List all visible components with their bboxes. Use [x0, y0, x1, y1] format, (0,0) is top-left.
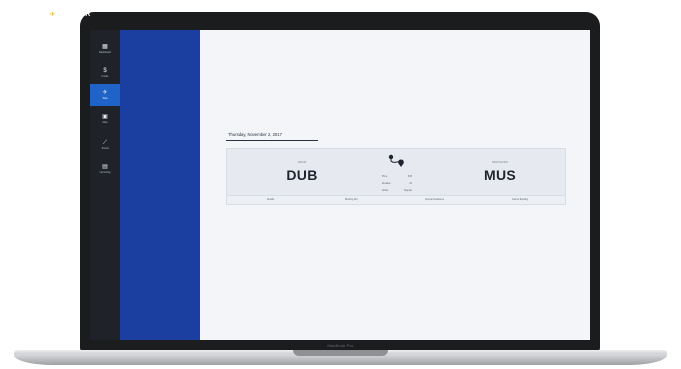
- destination-block: DESTINATION MUS: [465, 149, 535, 183]
- origin-label: ORIGIN: [297, 161, 307, 164]
- plane-icon: ✈: [102, 90, 108, 96]
- dollar-icon: $: [103, 68, 107, 74]
- flight-actions-bar: Details Booking Ref Special Assistance C…: [226, 196, 566, 205]
- laptop-notch: [293, 350, 388, 356]
- sidebar-item-upcoming[interactable]: ▤ Upcoming: [90, 158, 120, 180]
- sidebar: ▦ Dashboard $ Funds ✈ Trips ▣ Map ⟋ Tren…: [90, 30, 120, 340]
- origin-code: DUB: [286, 167, 318, 183]
- grid-icon: ▦: [102, 44, 108, 50]
- route-icon: [388, 154, 404, 167]
- sidebar-item-trips[interactable]: ✈ Trips: [90, 84, 120, 106]
- trip-date: Thursday, November 2, 2017: [228, 132, 282, 137]
- destination-code: MUS: [483, 167, 516, 183]
- origin-block: ORIGIN DUB: [267, 149, 337, 183]
- brand-panel: [120, 30, 200, 340]
- sidebar-item-dashboard[interactable]: ▦ Dashboard: [90, 38, 120, 60]
- date-underline: [226, 140, 318, 141]
- map-icon: ▣: [102, 114, 108, 120]
- flight-card[interactable]: ORIGIN DUB Price €45 Duration 2h Airline…: [226, 148, 566, 196]
- special-assistance-link[interactable]: Special Assistance: [425, 199, 444, 201]
- harp-logo-icon: ✈: [50, 12, 56, 18]
- laptop-model-label: MacBook Pro: [327, 343, 354, 348]
- destination-label: DESTINATION: [492, 161, 508, 164]
- booking-ref-link[interactable]: Booking Ref: [345, 199, 358, 201]
- details-link[interactable]: Details: [267, 199, 274, 201]
- laptop-mockup: ▦ Dashboard $ Funds ✈ Trips ▣ Map ⟋ Tren…: [0, 0, 681, 369]
- sidebar-item-funds[interactable]: $ Funds: [90, 62, 120, 84]
- brand-name: RYANAIR: [57, 11, 91, 18]
- ryanair-logo[interactable]: ✈ RYANAIR: [50, 11, 91, 18]
- cancel-booking-link[interactable]: Cancel Booking: [512, 199, 528, 201]
- bag-icon: ▤: [102, 164, 108, 170]
- sidebar-item-map[interactable]: ▣ Map: [90, 108, 120, 130]
- route-details: Price €45 Duration 2h Airline Ryanair: [380, 153, 414, 195]
- sidebar-item-trends[interactable]: ⟋ Trends: [90, 134, 120, 156]
- chart-icon: ⟋: [102, 140, 108, 146]
